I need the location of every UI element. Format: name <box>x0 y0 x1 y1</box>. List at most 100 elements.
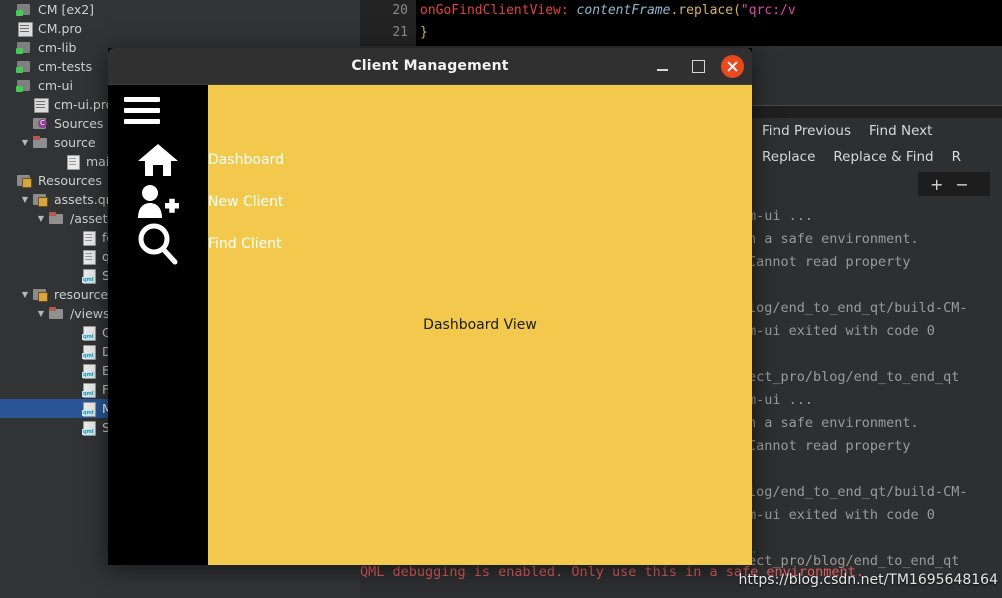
code-line: } <box>420 22 796 44</box>
window-titlebar[interactable]: Client Management <box>108 48 752 85</box>
tree-item-label: CM.pro <box>38 21 82 36</box>
find-replace-toolbar[interactable]: Find Previous Find Next Replace Replace … <box>752 118 1002 174</box>
tree-item[interactable]: CM.pro <box>0 19 360 38</box>
hamburger-icon[interactable] <box>124 97 160 124</box>
maximize-icon[interactable] <box>685 54 711 80</box>
tree-item-label: cm-tests <box>38 59 93 74</box>
sidebar-item-new-client[interactable]: New Client <box>108 181 752 223</box>
screenshot-root: CM [ex2] CM.pro cm-lib cm-tests cm-ui cm-ui.p… <box>0 0 1002 598</box>
qml-file-icon <box>80 363 97 379</box>
console-line: m-ui exited with code 0 <box>748 507 935 523</box>
code-lines[interactable]: onGoFindClientView: contentFrame.replace… <box>420 0 796 44</box>
qml-file-icon <box>80 325 97 341</box>
find-toolbar-row-1: Find Previous Find Next <box>752 118 1002 144</box>
window-controls <box>649 48 744 85</box>
hamburger-bar <box>124 97 160 102</box>
folder-icon <box>32 135 49 150</box>
sidebar-item-find-client[interactable]: Find Client <box>108 223 752 265</box>
replace-button[interactable]: Replace <box>762 149 815 165</box>
qt-project-icon <box>16 40 33 55</box>
resource-icon <box>16 173 33 188</box>
chevron-down-icon[interactable]: ▼ <box>18 288 32 302</box>
code-token-string: "qrc:/v <box>740 3 796 18</box>
console-line: Cannot read property <box>748 438 911 454</box>
find-input-strip[interactable] <box>745 105 1002 119</box>
code-token-brace: } <box>420 25 428 40</box>
qml-file-icon <box>80 382 97 398</box>
line-number: 21 <box>392 25 408 40</box>
line-number-gutter: 20 21 <box>360 0 416 46</box>
sidebar-item-label: Find Client <box>208 236 282 252</box>
console-line: m-ui ... <box>748 208 814 224</box>
code-line: onGoFindClientView: contentFrame.replace… <box>420 0 796 22</box>
tree-item-label: Resources <box>38 173 102 188</box>
person-add-icon <box>108 184 208 220</box>
qml-file-icon <box>80 344 97 360</box>
console-line: m-ui ... <box>748 392 814 408</box>
qt-project-icon <box>16 59 33 74</box>
filter-bar[interactable]: zer + − <box>720 172 1002 196</box>
tree-item-label: Sources <box>54 116 104 131</box>
zoom-out-button[interactable]: − <box>955 175 968 194</box>
client-management-window[interactable]: Client Management Dashboard New Client F… <box>108 48 752 565</box>
resource-icon <box>32 192 49 207</box>
watermark-text: https://blog.csdn.net/TM1695648164 <box>738 572 998 588</box>
console-line: ect_pro/blog/end_to_end_qt <box>748 369 960 385</box>
tree-item-label: cm-lib <box>38 40 77 55</box>
document-icon <box>64 154 81 170</box>
zoom-in-button[interactable]: + <box>930 175 943 194</box>
hamburger-bar <box>124 119 160 124</box>
tree-item-label: cm-ui <box>38 78 73 93</box>
tree-item-label: cm-ui.pro <box>54 97 114 112</box>
tree-item-label: CM [ex2] <box>38 2 95 17</box>
resource-icon <box>32 287 49 302</box>
qml-file-icon <box>80 401 97 417</box>
window-title: Client Management <box>351 58 509 74</box>
sidebar-item-dashboard[interactable]: Dashboard <box>108 139 752 181</box>
code-token-identifier: contentFrame <box>568 3 671 18</box>
chevron-down-icon[interactable]: ▼ <box>18 193 32 207</box>
qt-project-icon <box>16 78 33 93</box>
home-icon <box>108 142 208 178</box>
code-token-call: .replace( <box>670 3 741 18</box>
qml-file-icon <box>80 420 97 436</box>
qml-file-icon <box>80 268 97 284</box>
qt-project-icon <box>16 2 33 17</box>
replace-all-button[interactable]: R <box>952 149 961 165</box>
console-line: n a safe environment. <box>748 231 919 247</box>
close-icon[interactable] <box>721 55 744 78</box>
tree-item-label: source <box>54 135 96 150</box>
chevron-down-icon[interactable]: ▼ <box>34 212 48 226</box>
app-body: Dashboard New Client Find Client Dashboa… <box>108 85 752 565</box>
line-number: 20 <box>392 3 408 18</box>
tree-item-label: /views <box>70 306 110 321</box>
console-line: n a safe environment. <box>748 415 919 431</box>
console-line: m-ui exited with code 0 <box>748 323 935 339</box>
pro-file-icon <box>32 97 49 113</box>
console-line: log/end_to_end_qt/build-CM- <box>748 484 968 500</box>
console-line: Cannot read property <box>748 254 911 270</box>
console-line: log/end_to_end_qt/build-CM- <box>748 300 968 316</box>
replace-and-find-button[interactable]: Replace & Find <box>833 149 933 165</box>
code-token-property: onGoFindClientView: <box>420 3 569 18</box>
backspace-x-glyph: ✕ <box>770 127 778 138</box>
sidebar-item-label: Dashboard <box>208 152 284 168</box>
find-next-button[interactable]: Find Next <box>869 123 932 139</box>
folder-icon <box>48 306 65 321</box>
tree-item[interactable]: CM [ex2] <box>0 0 360 19</box>
zoom-controls[interactable]: + − <box>918 172 990 196</box>
sources-icon <box>32 116 49 131</box>
sidebar-item-label: New Client <box>208 194 284 210</box>
pro-file-icon <box>16 21 33 37</box>
code-editor[interactable]: 20 21 onGoFindClientView: contentFrame.r… <box>360 0 1002 46</box>
document-icon <box>80 230 97 246</box>
chevron-down-icon[interactable]: ▼ <box>18 136 32 150</box>
search-icon <box>108 223 208 265</box>
folder-icon <box>48 211 65 226</box>
minimize-icon[interactable] <box>649 54 675 80</box>
document-icon <box>80 249 97 265</box>
chevron-down-icon[interactable]: ▼ <box>34 307 48 321</box>
